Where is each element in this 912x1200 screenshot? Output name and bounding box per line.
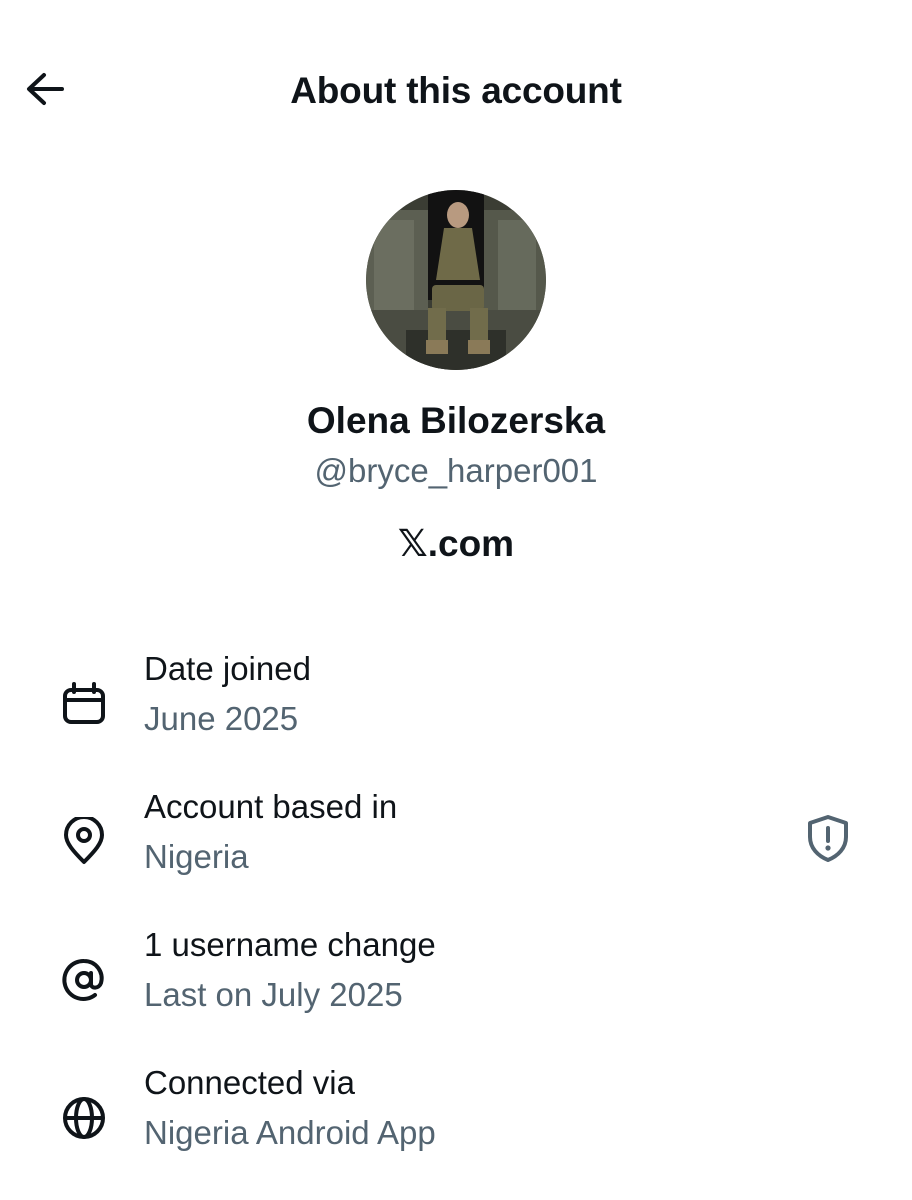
info-value: June 2025 — [144, 700, 299, 737]
location-pin-icon — [58, 816, 110, 868]
info-row-date-joined: Date joined June 2025 — [0, 650, 912, 760]
info-value: Nigeria — [144, 838, 249, 875]
info-title: Date joined — [144, 650, 311, 687]
info-row-connected-via: Connected via Nigeria Android App — [0, 1064, 912, 1174]
info-title: Account based in — [144, 788, 398, 825]
shield-alert-icon[interactable] — [802, 812, 854, 864]
username-handle: @bryce_harper001 — [314, 452, 598, 489]
at-sign-icon — [58, 954, 110, 1006]
info-title: 1 username change — [144, 926, 436, 963]
calendar-icon — [58, 678, 110, 730]
info-title: Connected via — [144, 1064, 355, 1101]
display-name: Olena Bilozerska — [306, 400, 606, 441]
avatar[interactable] — [366, 190, 546, 370]
info-row-account-based-in: Account based in Nigeria — [0, 788, 912, 898]
info-value: Nigeria Android App — [144, 1114, 436, 1151]
page-title: About this account — [290, 70, 622, 111]
info-value: Last on July 2025 — [144, 976, 403, 1013]
info-row-username-change: 1 username change Last on July 2025 — [0, 926, 912, 1036]
top-bar: About this account — [0, 50, 912, 130]
globe-icon — [58, 1092, 110, 1144]
site-label: 𝕏.com — [397, 523, 515, 564]
